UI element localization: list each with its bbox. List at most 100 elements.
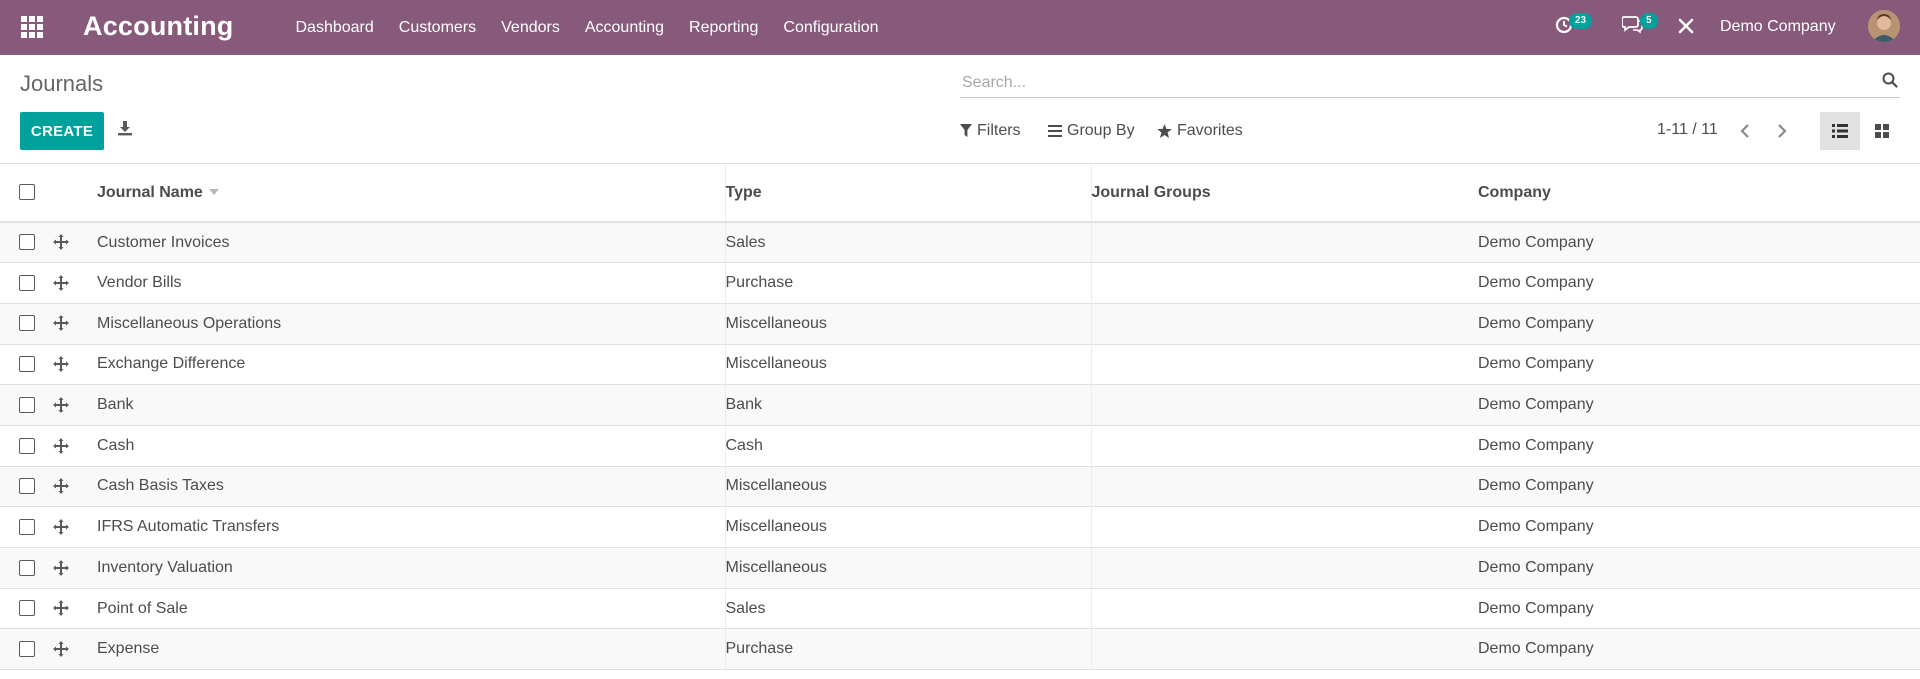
drag-handle-icon[interactable] — [53, 274, 69, 291]
cell-type[interactable]: Sales — [724, 588, 1091, 629]
menu-dashboard[interactable]: Dashboard — [283, 0, 386, 55]
row-select-cell[interactable] — [0, 588, 60, 629]
cell-company[interactable]: Demo Company — [1478, 222, 1920, 263]
row-select-cell[interactable] — [0, 222, 60, 263]
row-select-cell[interactable] — [0, 466, 60, 507]
column-company[interactable]: Company — [1478, 164, 1920, 222]
row-handle-cell[interactable] — [53, 263, 97, 304]
user-avatar[interactable] — [1868, 10, 1900, 42]
drag-handle-icon[interactable] — [53, 315, 69, 332]
row-checkbox[interactable] — [19, 274, 35, 291]
menu-configuration[interactable]: Configuration — [771, 0, 891, 55]
row-checkbox[interactable] — [19, 640, 35, 657]
drag-handle-icon[interactable] — [53, 234, 69, 251]
table-row[interactable]: Expense Purchase Demo Company — [0, 628, 1920, 670]
cell-journal-groups[interactable] — [1090, 262, 1478, 304]
row-handle-cell[interactable] — [53, 466, 97, 507]
cell-type[interactable]: Miscellaneous — [724, 344, 1091, 385]
row-handle-cell[interactable] — [53, 222, 97, 263]
apps-menu-icon[interactable] — [20, 15, 44, 39]
cell-type[interactable]: Miscellaneous — [724, 466, 1091, 507]
row-checkbox[interactable] — [19, 559, 35, 576]
cell-company[interactable]: Demo Company — [1478, 507, 1920, 548]
cell-journal-groups[interactable] — [1090, 303, 1478, 345]
cell-company[interactable]: Demo Company — [1478, 588, 1920, 629]
menu-vendors[interactable]: Vendors — [489, 0, 573, 55]
cell-journal-name[interactable]: Vendor Bills — [97, 263, 725, 304]
table-row[interactable]: Point of Sale Sales Demo Company — [0, 588, 1920, 629]
cell-journal-groups[interactable] — [1090, 588, 1478, 629]
cell-journal-name[interactable]: Cash Basis Taxes — [97, 466, 725, 507]
table-row[interactable]: Vendor Bills Purchase Demo Company — [0, 262, 1920, 304]
search-input[interactable] — [962, 70, 1842, 96]
cell-company[interactable]: Demo Company — [1478, 263, 1920, 304]
cell-journal-groups[interactable] — [1090, 547, 1478, 589]
menu-customers[interactable]: Customers — [386, 0, 488, 55]
cell-type[interactable]: Miscellaneous — [724, 547, 1091, 589]
row-checkbox[interactable] — [19, 478, 35, 495]
row-handle-cell[interactable] — [53, 303, 97, 344]
groupby-dropdown[interactable]: Group By — [1048, 116, 1135, 146]
drag-handle-icon[interactable] — [53, 396, 69, 413]
search-icon[interactable] — [1882, 72, 1900, 90]
row-select-cell[interactable] — [0, 263, 60, 304]
cell-type[interactable]: Purchase — [724, 262, 1091, 304]
drag-handle-icon[interactable] — [53, 478, 69, 495]
cell-company[interactable]: Demo Company — [1478, 548, 1920, 589]
header-select-all[interactable] — [0, 164, 60, 222]
cell-journal-name[interactable]: IFRS Automatic Transfers — [97, 507, 725, 548]
pager-value[interactable]: 1-11 / 11 — [1657, 120, 1718, 140]
column-type[interactable]: Type — [724, 164, 1091, 222]
row-handle-cell[interactable] — [53, 548, 97, 589]
row-handle-cell[interactable] — [53, 385, 97, 426]
table-row[interactable]: Inventory Valuation Miscellaneous Demo Com… — [0, 547, 1920, 589]
row-handle-cell[interactable] — [53, 588, 97, 629]
row-checkbox[interactable] — [19, 315, 35, 332]
row-checkbox[interactable] — [19, 356, 35, 373]
company-switcher[interactable]: Demo Company — [1720, 0, 1836, 53]
row-handle-cell[interactable] — [53, 507, 97, 548]
app-brand[interactable]: Accounting — [83, 9, 234, 43]
cell-journal-name[interactable]: Cash — [97, 425, 725, 466]
row-handle-cell[interactable] — [53, 425, 97, 466]
table-row[interactable]: Miscellaneous Operations Miscellaneous Dem… — [0, 303, 1920, 345]
table-row[interactable]: Exchange Difference Miscellaneous Demo Com… — [0, 344, 1920, 385]
filters-dropdown[interactable]: Filters — [960, 116, 1021, 146]
drag-handle-icon[interactable] — [53, 640, 69, 657]
cell-journal-groups[interactable] — [1090, 506, 1478, 548]
cell-company[interactable]: Demo Company — [1478, 385, 1920, 426]
cell-company[interactable]: Demo Company — [1478, 466, 1920, 507]
row-select-cell[interactable] — [0, 507, 60, 548]
cell-journal-name[interactable]: Customer Invoices — [97, 222, 725, 263]
menu-accounting[interactable]: Accounting — [572, 0, 676, 55]
cell-journal-name[interactable]: Expense — [97, 629, 725, 670]
row-checkbox[interactable] — [19, 234, 35, 251]
pager-next-icon[interactable] — [1770, 119, 1792, 143]
table-row[interactable]: IFRS Automatic Transfers Miscellaneous Dem… — [0, 506, 1920, 548]
download-icon[interactable] — [117, 120, 137, 140]
drag-handle-icon[interactable] — [53, 437, 69, 454]
table-row[interactable]: Cash Cash Demo Company — [0, 425, 1920, 467]
row-select-cell[interactable] — [0, 548, 60, 589]
cell-type[interactable]: Purchase — [724, 628, 1091, 670]
favorites-dropdown[interactable]: Favorites — [1157, 116, 1243, 146]
cell-company[interactable]: Demo Company — [1478, 425, 1920, 466]
table-row[interactable]: Bank Bank Demo Company — [0, 384, 1920, 426]
table-row[interactable]: Cash Basis Taxes Miscellaneous Demo Compan… — [0, 466, 1920, 507]
cell-type[interactable]: Sales — [724, 222, 1091, 263]
drag-handle-icon[interactable] — [53, 356, 69, 373]
cell-journal-groups[interactable] — [1090, 466, 1478, 507]
kanban-view-icon[interactable] — [1864, 112, 1900, 150]
row-checkbox[interactable] — [19, 518, 35, 535]
row-handle-cell[interactable] — [53, 629, 97, 670]
cell-journal-name[interactable]: Bank — [97, 385, 725, 426]
cell-journal-groups[interactable] — [1090, 344, 1478, 385]
row-checkbox[interactable] — [19, 396, 35, 413]
row-checkbox[interactable] — [19, 600, 35, 617]
select-all-checkbox[interactable] — [19, 184, 35, 201]
cell-journal-name[interactable]: Miscellaneous Operations — [97, 303, 725, 344]
row-select-cell[interactable] — [0, 629, 60, 670]
debug-tools-icon[interactable] — [1677, 17, 1697, 37]
cell-journal-groups[interactable] — [1090, 628, 1478, 670]
cell-journal-name[interactable]: Exchange Difference — [97, 344, 725, 385]
